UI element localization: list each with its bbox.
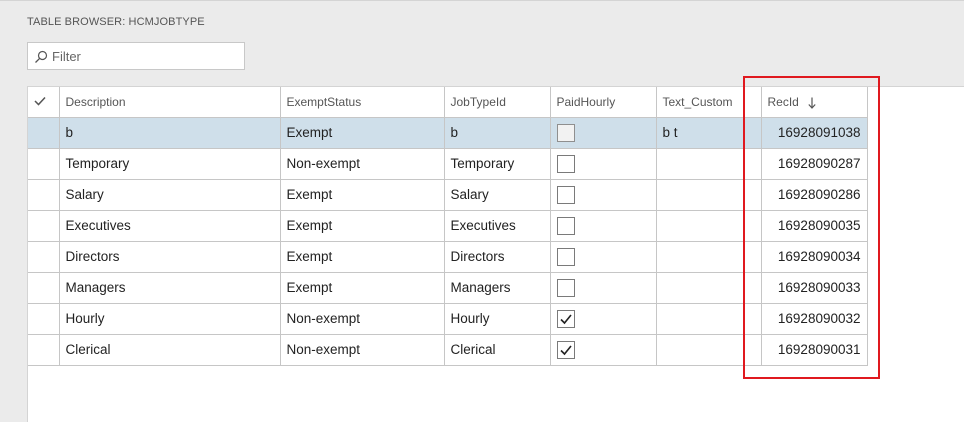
cell-recid[interactable]: 16928090034	[760, 240, 868, 273]
column-header-recid-label: RecId	[767, 94, 799, 109]
cell-exemptstatus[interactable]: Exempt	[279, 116, 445, 149]
table-row[interactable]: Executives Exempt Executives 16928090035	[28, 209, 868, 242]
cell-jobtypeid[interactable]: Managers	[443, 271, 551, 304]
paidhourly-checkbox[interactable]	[556, 309, 575, 328]
cell-text-custom[interactable]	[655, 333, 762, 366]
page-title: TABLE BROWSER: HCMJOBTYPE	[27, 16, 205, 28]
row-select-cell[interactable]	[28, 178, 60, 211]
cell-recid[interactable]: 16928090032	[760, 302, 868, 335]
checkmark-icon	[559, 313, 572, 324]
cell-paidhourly[interactable]	[549, 240, 657, 273]
row-select-cell[interactable]	[28, 240, 60, 273]
cell-exemptstatus[interactable]: Non-exempt	[279, 333, 445, 366]
table-row[interactable]: Managers Exempt Managers 16928090033	[28, 271, 868, 304]
cell-recid[interactable]: 16928090035	[760, 209, 868, 242]
cell-description[interactable]: Clerical	[58, 333, 281, 366]
cell-description[interactable]: Hourly	[58, 302, 281, 335]
cell-description[interactable]: Temporary	[58, 147, 281, 180]
search-icon	[35, 50, 48, 63]
cell-text-custom[interactable]: b t	[655, 116, 762, 149]
column-header-description[interactable]: Description	[58, 87, 281, 118]
cell-paidhourly[interactable]	[549, 271, 657, 304]
cell-exemptstatus[interactable]: Non-exempt	[279, 147, 445, 180]
cell-text-custom[interactable]	[655, 302, 762, 335]
top-divider	[0, 0, 964, 1]
cell-recid[interactable]: 16928090287	[760, 147, 868, 180]
select-all-header[interactable]	[28, 87, 60, 118]
filter-input[interactable]	[52, 46, 240, 66]
paidhourly-checkbox[interactable]	[556, 185, 575, 204]
paidhourly-checkbox[interactable]	[556, 154, 575, 173]
cell-recid[interactable]: 16928091038	[760, 116, 868, 149]
cell-jobtypeid[interactable]: b	[443, 116, 551, 149]
cell-exemptstatus[interactable]: Exempt	[279, 240, 445, 273]
column-header-exemptstatus[interactable]: ExemptStatus	[279, 87, 445, 118]
cell-jobtypeid[interactable]: Directors	[443, 240, 551, 273]
cell-exemptstatus[interactable]: Exempt	[279, 271, 445, 304]
cell-text-custom[interactable]	[655, 240, 762, 273]
cell-jobtypeid[interactable]: Temporary	[443, 147, 551, 180]
filter-box[interactable]	[27, 42, 245, 70]
cell-recid[interactable]: 16928090033	[760, 271, 868, 304]
cell-text-custom[interactable]	[655, 271, 762, 304]
row-select-cell[interactable]	[28, 302, 60, 335]
cell-description[interactable]: Managers	[58, 271, 281, 304]
cell-text-custom[interactable]	[655, 147, 762, 180]
table-row[interactable]: Temporary Non-exempt Temporary 16928090287	[28, 147, 868, 180]
cell-exemptstatus[interactable]: Exempt	[279, 209, 445, 242]
column-header-jobtypeid[interactable]: JobTypeId	[443, 87, 551, 118]
table-row[interactable]: Hourly Non-exempt Hourly 16928090032	[28, 302, 868, 335]
row-select-cell[interactable]	[28, 209, 60, 242]
paidhourly-checkbox[interactable]	[556, 340, 575, 359]
table-row[interactable]: Directors Exempt Directors 16928090034	[28, 240, 868, 273]
column-header-paidhourly[interactable]: PaidHourly	[549, 87, 657, 118]
cell-exemptstatus[interactable]: Exempt	[279, 178, 445, 211]
cell-description[interactable]: Directors	[58, 240, 281, 273]
paidhourly-checkbox[interactable]	[556, 216, 575, 235]
table-row[interactable]: Salary Exempt Salary 16928090286	[28, 178, 868, 211]
cell-paidhourly[interactable]	[549, 178, 657, 211]
table-row[interactable]: b Exempt b b t 16928091038	[28, 116, 868, 149]
cell-recid[interactable]: 16928090286	[760, 178, 868, 211]
cell-jobtypeid[interactable]: Executives	[443, 209, 551, 242]
cell-description[interactable]: b	[58, 116, 281, 149]
row-select-cell[interactable]	[28, 271, 60, 304]
sort-descending-icon	[808, 97, 816, 109]
column-header-recid[interactable]: RecId	[760, 87, 868, 118]
cell-text-custom[interactable]	[655, 209, 762, 242]
cell-jobtypeid[interactable]: Salary	[443, 178, 551, 211]
cell-paidhourly[interactable]	[549, 147, 657, 180]
paidhourly-checkbox[interactable]	[556, 123, 575, 142]
row-select-cell[interactable]	[28, 147, 60, 180]
column-header-text-custom[interactable]: Text_Custom	[655, 87, 762, 118]
data-grid: Description ExemptStatus JobTypeId PaidH…	[28, 87, 868, 366]
header-row: Description ExemptStatus JobTypeId PaidH…	[28, 87, 868, 118]
cell-description[interactable]: Executives	[58, 209, 281, 242]
table-row[interactable]: Clerical Non-exempt Clerical 16928090031	[28, 333, 868, 366]
cell-description[interactable]: Salary	[58, 178, 281, 211]
row-select-cell[interactable]	[28, 116, 60, 149]
row-select-cell[interactable]	[28, 333, 60, 366]
cell-jobtypeid[interactable]: Hourly	[443, 302, 551, 335]
cell-exemptstatus[interactable]: Non-exempt	[279, 302, 445, 335]
grid-panel: Description ExemptStatus JobTypeId PaidH…	[27, 86, 964, 422]
paidhourly-checkbox[interactable]	[556, 247, 575, 266]
cell-paidhourly[interactable]	[549, 116, 657, 149]
cell-paidhourly[interactable]	[549, 209, 657, 242]
paidhourly-checkbox[interactable]	[556, 278, 575, 297]
checkmark-icon	[559, 344, 572, 355]
cell-text-custom[interactable]	[655, 178, 762, 211]
cell-paidhourly[interactable]	[549, 302, 657, 335]
cell-jobtypeid[interactable]: Clerical	[443, 333, 551, 366]
checkmark-icon	[34, 96, 46, 106]
cell-paidhourly[interactable]	[549, 333, 657, 366]
cell-recid[interactable]: 16928090031	[760, 333, 868, 366]
